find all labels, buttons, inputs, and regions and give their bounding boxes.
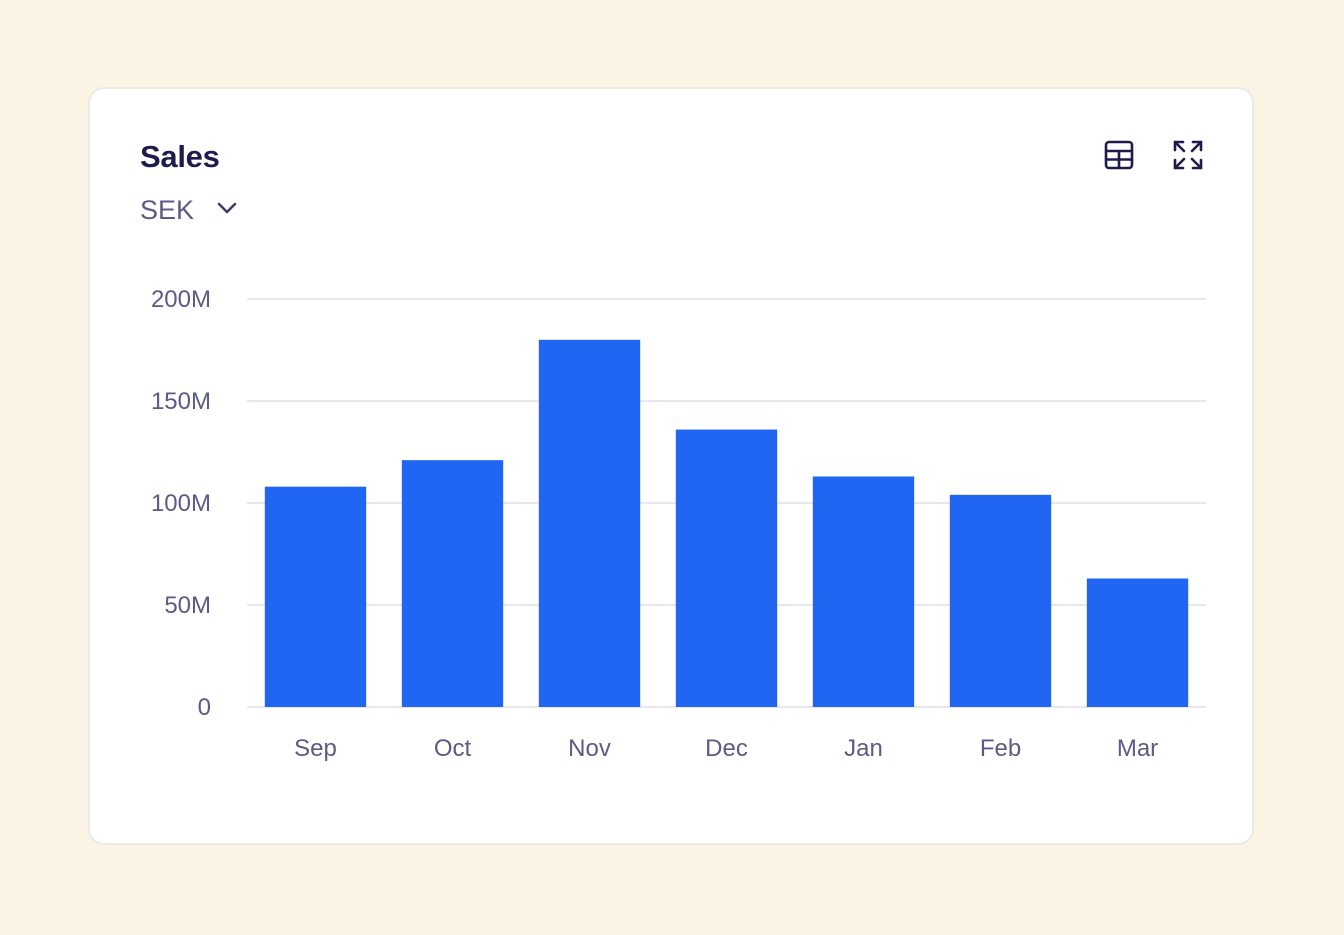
bar-oct[interactable] bbox=[401, 460, 504, 707]
y-tick-label: 0 bbox=[198, 694, 211, 721]
bar-jan[interactable] bbox=[812, 476, 915, 707]
bar-feb[interactable] bbox=[949, 494, 1052, 707]
y-tick-label: 50M bbox=[164, 592, 211, 619]
bar-sep[interactable] bbox=[264, 486, 367, 707]
x-tick-label: Oct bbox=[434, 735, 472, 762]
y-tick-label: 200M bbox=[151, 286, 211, 313]
y-tick-label: 150M bbox=[151, 388, 211, 415]
sales-card: Sales SEK 0 50M 100M 150M 200M Sep Oct N… bbox=[88, 87, 1254, 845]
sales-bar-chart: 0 50M 100M 150M 200M Sep Oct Nov Dec Jan Feb Mar bbox=[151, 286, 1206, 762]
bar-mar[interactable] bbox=[1086, 578, 1189, 707]
bar-nov[interactable] bbox=[538, 339, 641, 707]
x-tick-label: Feb bbox=[980, 735, 1021, 762]
x-tick-label: Dec bbox=[705, 735, 748, 762]
x-tick-label: Nov bbox=[568, 735, 611, 762]
x-tick-label: Mar bbox=[1117, 735, 1158, 762]
x-tick-label: Sep bbox=[294, 735, 337, 762]
bar-dec[interactable] bbox=[675, 429, 778, 707]
y-tick-label: 100M bbox=[151, 490, 211, 517]
x-tick-label: Jan bbox=[844, 735, 883, 762]
